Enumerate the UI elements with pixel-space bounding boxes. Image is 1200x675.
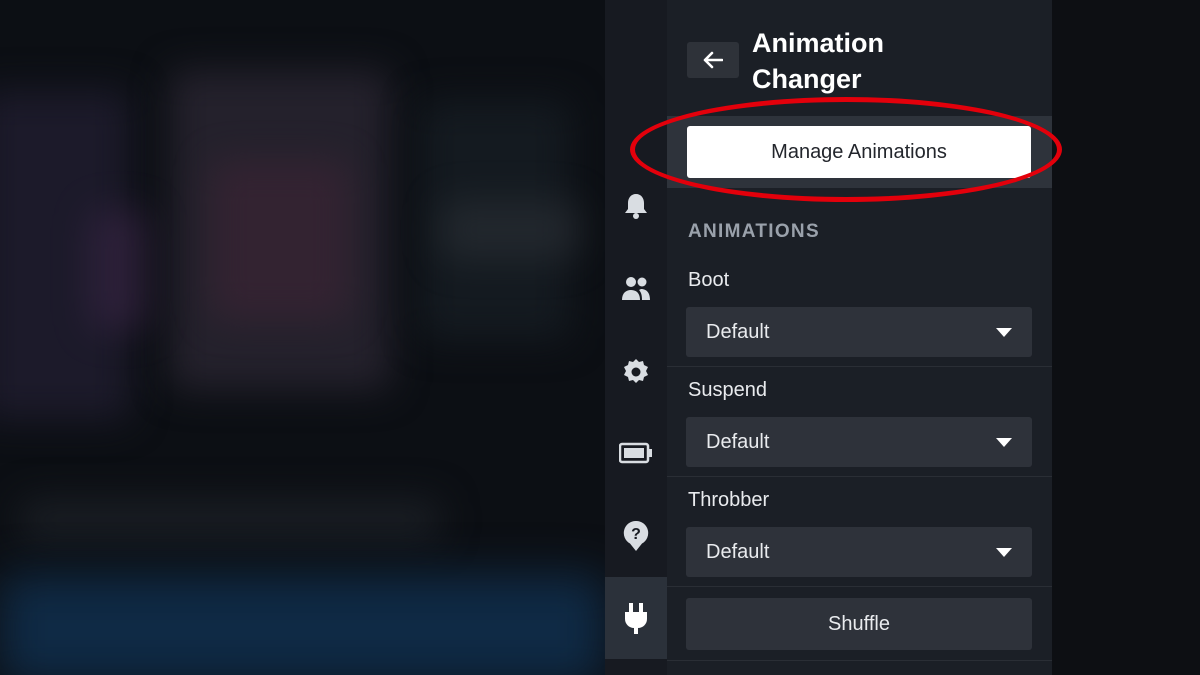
chevron-down-icon	[996, 327, 1012, 337]
divider	[667, 586, 1052, 587]
arrow-left-icon	[703, 51, 723, 69]
boot-label: Boot	[688, 269, 730, 291]
back-button[interactable]	[687, 42, 739, 78]
chevron-down-icon	[996, 547, 1012, 557]
panel-title: Animation Changer	[752, 28, 884, 94]
chevron-down-icon	[996, 437, 1012, 447]
background-edge	[1052, 0, 1200, 675]
help-icon[interactable]: ?	[605, 516, 667, 556]
svg-text:?: ?	[631, 526, 641, 543]
throbber-dropdown-value: Default	[706, 540, 770, 563]
manage-animations-button[interactable]: Manage Animations	[687, 126, 1031, 178]
quick-access-rail: ?	[605, 0, 667, 675]
gear-icon[interactable]	[605, 352, 667, 392]
suspend-label: Suspend	[688, 379, 767, 401]
divider	[667, 660, 1052, 661]
divider	[667, 366, 1052, 367]
battery-icon[interactable]	[605, 433, 667, 473]
throbber-label: Throbber	[688, 489, 770, 511]
boot-dropdown[interactable]: Default	[686, 307, 1032, 357]
boot-dropdown-value: Default	[706, 320, 770, 343]
suspend-dropdown[interactable]: Default	[686, 417, 1032, 467]
plug-icon[interactable]	[605, 577, 667, 659]
bell-icon[interactable]	[605, 186, 667, 226]
throbber-dropdown[interactable]: Default	[686, 527, 1032, 577]
divider	[667, 476, 1052, 477]
blurred-background	[0, 0, 605, 675]
shuffle-button[interactable]: Shuffle	[686, 598, 1032, 650]
animation-changer-panel: Animation Changer Manage Animations ANIM…	[667, 0, 1052, 675]
suspend-dropdown-value: Default	[706, 430, 770, 453]
manage-animations-row: Manage Animations	[667, 116, 1052, 188]
section-header-animations: ANIMATIONS	[688, 221, 820, 242]
friends-icon[interactable]	[605, 268, 667, 308]
